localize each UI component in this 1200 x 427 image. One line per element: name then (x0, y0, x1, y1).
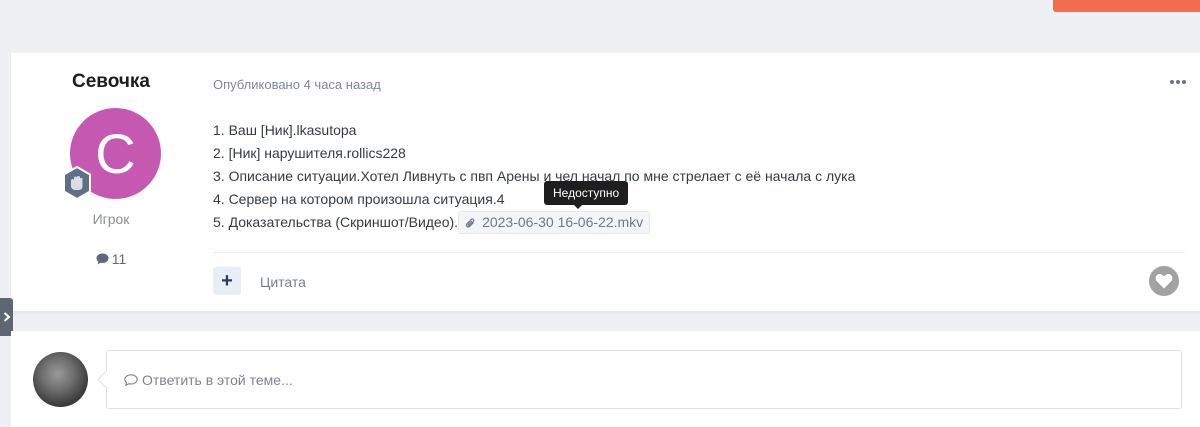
speech-bubble-icon (124, 374, 138, 386)
author-name[interactable]: Севочка (11, 71, 211, 93)
reply-placeholder-text: Ответить в этой теме... (142, 372, 293, 388)
reply-input[interactable]: Ответить в этой теме... (106, 350, 1182, 409)
post-content: Опубликовано 4 часа назад 1. Ваш [Ник].l… (213, 53, 1188, 311)
reputation-plus-button[interactable]: + (213, 267, 241, 295)
post-body: 1. Ваш [Ник].lkasutopa 2. [Ник] нарушите… (213, 119, 1173, 234)
more-options-icon[interactable] (1170, 80, 1188, 88)
post-line: 1. Ваш [Ник].lkasutopa (213, 122, 357, 138)
post-line-text: 5. Доказательства (Скриншот/Видео). (213, 214, 459, 230)
current-user-avatar[interactable] (33, 352, 88, 407)
chevron-right-icon (3, 312, 11, 322)
author-post-count[interactable]: 11 (11, 251, 211, 267)
comment-icon (96, 253, 109, 265)
post-line: 3. Описание ситуации.Хотел Ливнуть с пвп… (213, 168, 856, 184)
author-rank-title: Игрок (92, 211, 130, 227)
author-panel: Севочка C Игрок 11 (11, 53, 211, 311)
rank-badge-icon (63, 166, 91, 200)
top-action-button[interactable] (1053, 0, 1200, 12)
post-divider (11, 311, 1200, 314)
reply-area: Ответить в этой теме... (11, 331, 1200, 427)
like-button[interactable] (1149, 266, 1179, 296)
reply-placeholder: Ответить в этой теме... (124, 372, 293, 388)
attachment-filename: 2023-06-30 16-06-22.mkv (482, 214, 644, 230)
attachment-tooltip: Недоступно (544, 181, 629, 205)
post-count-value: 11 (111, 251, 127, 267)
heart-icon (1155, 274, 1173, 289)
forum-post: Севочка C Игрок 11 Опубликовано 4 часа н… (11, 53, 1200, 311)
post-line-evidence: 5. Доказательства (Скриншот/Видео). 2023-… (213, 211, 1173, 234)
tooltip-arrow (573, 204, 583, 209)
post-actions-divider (213, 252, 1185, 253)
paperclip-icon (465, 217, 475, 228)
attachment-link[interactable]: 2023-06-30 16-06-22.mkv (458, 211, 651, 234)
quote-button[interactable]: Цитата (260, 274, 306, 290)
posted-time[interactable]: Опубликовано 4 часа назад (213, 77, 381, 92)
post-line: 4. Сервер на котором произошла ситуация.… (213, 191, 505, 207)
post-line: 2. [Ник] нарушителя.rollics228 (213, 145, 406, 161)
